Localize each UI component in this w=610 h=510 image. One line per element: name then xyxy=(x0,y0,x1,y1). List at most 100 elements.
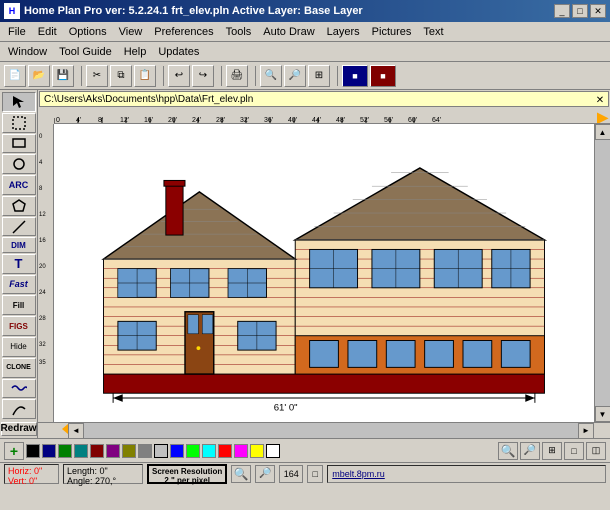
tb-copy-button[interactable]: ⧉ xyxy=(110,65,132,87)
bt-icon2-button[interactable]: ◫ xyxy=(586,442,606,460)
tool-wave[interactable] xyxy=(2,379,36,399)
tool-figs[interactable]: FIGS xyxy=(2,316,36,336)
tool-dim[interactable]: DIM xyxy=(2,237,36,252)
bt-color-darkblue[interactable] xyxy=(42,444,56,458)
tool-rect[interactable] xyxy=(2,134,36,154)
status-length: Length: 0" xyxy=(67,466,108,476)
svg-text:64': 64' xyxy=(432,117,441,124)
tool-hide[interactable]: Hide xyxy=(2,337,36,357)
menu-edit[interactable]: Edit xyxy=(32,24,63,40)
menu-pictures[interactable]: Pictures xyxy=(366,24,418,40)
tb-cut-button[interactable]: ✂ xyxy=(86,65,108,87)
bt-color-red[interactable] xyxy=(218,444,232,458)
bt-color-teal[interactable] xyxy=(74,444,88,458)
ruler-vertical: 0 4 8 12 16 20 24 28 32 35 xyxy=(38,124,54,422)
scroll-track-v[interactable] xyxy=(595,140,610,406)
tool-fill[interactable]: Fill xyxy=(2,295,36,315)
hscroll-track[interactable] xyxy=(84,423,578,438)
bt-zoom-out-button[interactable]: 🔎 xyxy=(520,442,540,460)
scroll-down-button[interactable]: ▼ xyxy=(595,406,610,422)
minimize-button[interactable]: _ xyxy=(554,4,570,18)
tb-new-button[interactable]: 📄 xyxy=(4,65,26,87)
tb-color2-button[interactable]: ■ xyxy=(370,65,396,87)
tb-zoomout-button[interactable]: 🔎 xyxy=(284,65,306,87)
menu-layers[interactable]: Layers xyxy=(321,24,366,40)
menu-toolguide[interactable]: Tool Guide xyxy=(53,44,118,60)
tool-line[interactable] xyxy=(2,217,36,237)
tool-text[interactable]: T xyxy=(2,254,36,274)
bt-color-silver[interactable] xyxy=(154,444,168,458)
bt-color-magenta[interactable] xyxy=(234,444,248,458)
tool-polygon[interactable] xyxy=(2,196,36,216)
tool-text-bold[interactable]: Fast xyxy=(2,275,36,295)
bt-zoom-fit-button[interactable]: ⊞ xyxy=(542,442,562,460)
bt-color-gray[interactable] xyxy=(138,444,152,458)
menu-bar-1: File Edit Options View Preferences Tools… xyxy=(0,22,610,42)
ruler-v-svg: 0 4 8 12 16 20 24 28 32 35 xyxy=(38,124,54,422)
bt-color-black[interactable] xyxy=(26,444,40,458)
tb-undo-button[interactable]: ↩ xyxy=(168,65,190,87)
svg-text:4': 4' xyxy=(76,117,81,124)
scroll-up-button[interactable]: ▲ xyxy=(595,124,610,140)
tb-paste-button[interactable]: 📋 xyxy=(134,65,156,87)
title-bar: H Home Plan Pro ver: 5.2.24.1 frt_elev.p… xyxy=(0,0,610,22)
tb-zoomin-button[interactable]: 🔍 xyxy=(260,65,282,87)
bt-color-lime[interactable] xyxy=(186,444,200,458)
bt-color-green2[interactable] xyxy=(58,444,72,458)
maximize-button[interactable]: □ xyxy=(572,4,588,18)
close-button[interactable]: ✕ xyxy=(590,4,606,18)
bt-color-olive[interactable] xyxy=(122,444,136,458)
tb-sep-2 xyxy=(160,66,164,86)
tb-save-button[interactable]: 💾 xyxy=(52,65,74,87)
tool-clone[interactable]: CLONE xyxy=(2,358,36,378)
menu-tools[interactable]: Tools xyxy=(220,24,258,40)
tool-arc[interactable]: ARC xyxy=(2,175,36,195)
svg-text:20: 20 xyxy=(39,264,46,270)
house-drawing: 61' 0" xyxy=(54,144,594,422)
bt-color-purple[interactable] xyxy=(106,444,120,458)
menu-view[interactable]: View xyxy=(113,24,149,40)
tb-zoomfit-button[interactable]: ⊞ xyxy=(308,65,330,87)
tb-open-button[interactable]: 📂 xyxy=(28,65,50,87)
bt-color-darkred[interactable] xyxy=(90,444,104,458)
bottom-toolbar: + 🔍 🔎 ⊞ □ ◫ xyxy=(0,438,610,462)
tool-circle[interactable] xyxy=(2,154,36,174)
hscroll-right-button[interactable]: ► xyxy=(578,423,594,439)
app-icon: H xyxy=(4,3,20,19)
scroll-right-arrow[interactable]: ▶ xyxy=(597,109,608,124)
status-icon2-button[interactable]: □ xyxy=(307,465,323,483)
tb-color1-button[interactable]: ■ xyxy=(342,65,368,87)
status-icon1-button[interactable]: 164 xyxy=(279,465,303,483)
bt-icon1-button[interactable]: □ xyxy=(564,442,584,460)
hscroll-left-button[interactable]: ◄ xyxy=(68,423,84,439)
redraw-button[interactable]: Redraw xyxy=(1,422,37,436)
filepath-close[interactable]: ✕ xyxy=(594,92,606,108)
bt-color-cyan2[interactable] xyxy=(202,444,216,458)
svg-text:16': 16' xyxy=(144,117,153,124)
menu-window[interactable]: Window xyxy=(2,44,53,60)
tool-select[interactable] xyxy=(2,113,36,133)
status-horiz-vert: Horiz: 0" Vert: 0" xyxy=(4,464,59,484)
status-zoom-in-button[interactable]: 🔍 xyxy=(231,465,251,483)
tool-arrow[interactable] xyxy=(2,92,36,112)
bt-color-white[interactable] xyxy=(266,444,280,458)
tb-redo-button[interactable]: ↪ xyxy=(192,65,214,87)
bt-plus-button[interactable]: + xyxy=(4,442,24,460)
menu-options[interactable]: Options xyxy=(63,24,113,40)
menu-file[interactable]: File xyxy=(2,24,32,40)
menu-help[interactable]: Help xyxy=(118,44,153,60)
menu-updates[interactable]: Updates xyxy=(152,44,205,60)
status-zoom-out-button[interactable]: 🔎 xyxy=(255,465,275,483)
main-area: ARC DIM T Fast Fill FIGS Hide CLONE Redr… xyxy=(0,90,610,438)
bt-color-yellow[interactable] xyxy=(250,444,264,458)
tool-curve[interactable] xyxy=(2,399,36,419)
menu-autodraw[interactable]: Auto Draw xyxy=(257,24,320,40)
tb-print-button[interactable]: 🖨 xyxy=(226,65,248,87)
bt-color-blue[interactable] xyxy=(170,444,184,458)
svg-text:61' 0": 61' 0" xyxy=(274,402,298,413)
menu-preferences[interactable]: Preferences xyxy=(148,24,219,40)
menu-text[interactable]: Text xyxy=(417,24,449,40)
drawing-area[interactable]: 61' 0" xyxy=(54,124,594,422)
bt-zoom-in-button[interactable]: 🔍 xyxy=(498,442,518,460)
ruler-h-svg: 0 4' 8' 12' 16' 20' 24' 2 xyxy=(54,108,610,124)
